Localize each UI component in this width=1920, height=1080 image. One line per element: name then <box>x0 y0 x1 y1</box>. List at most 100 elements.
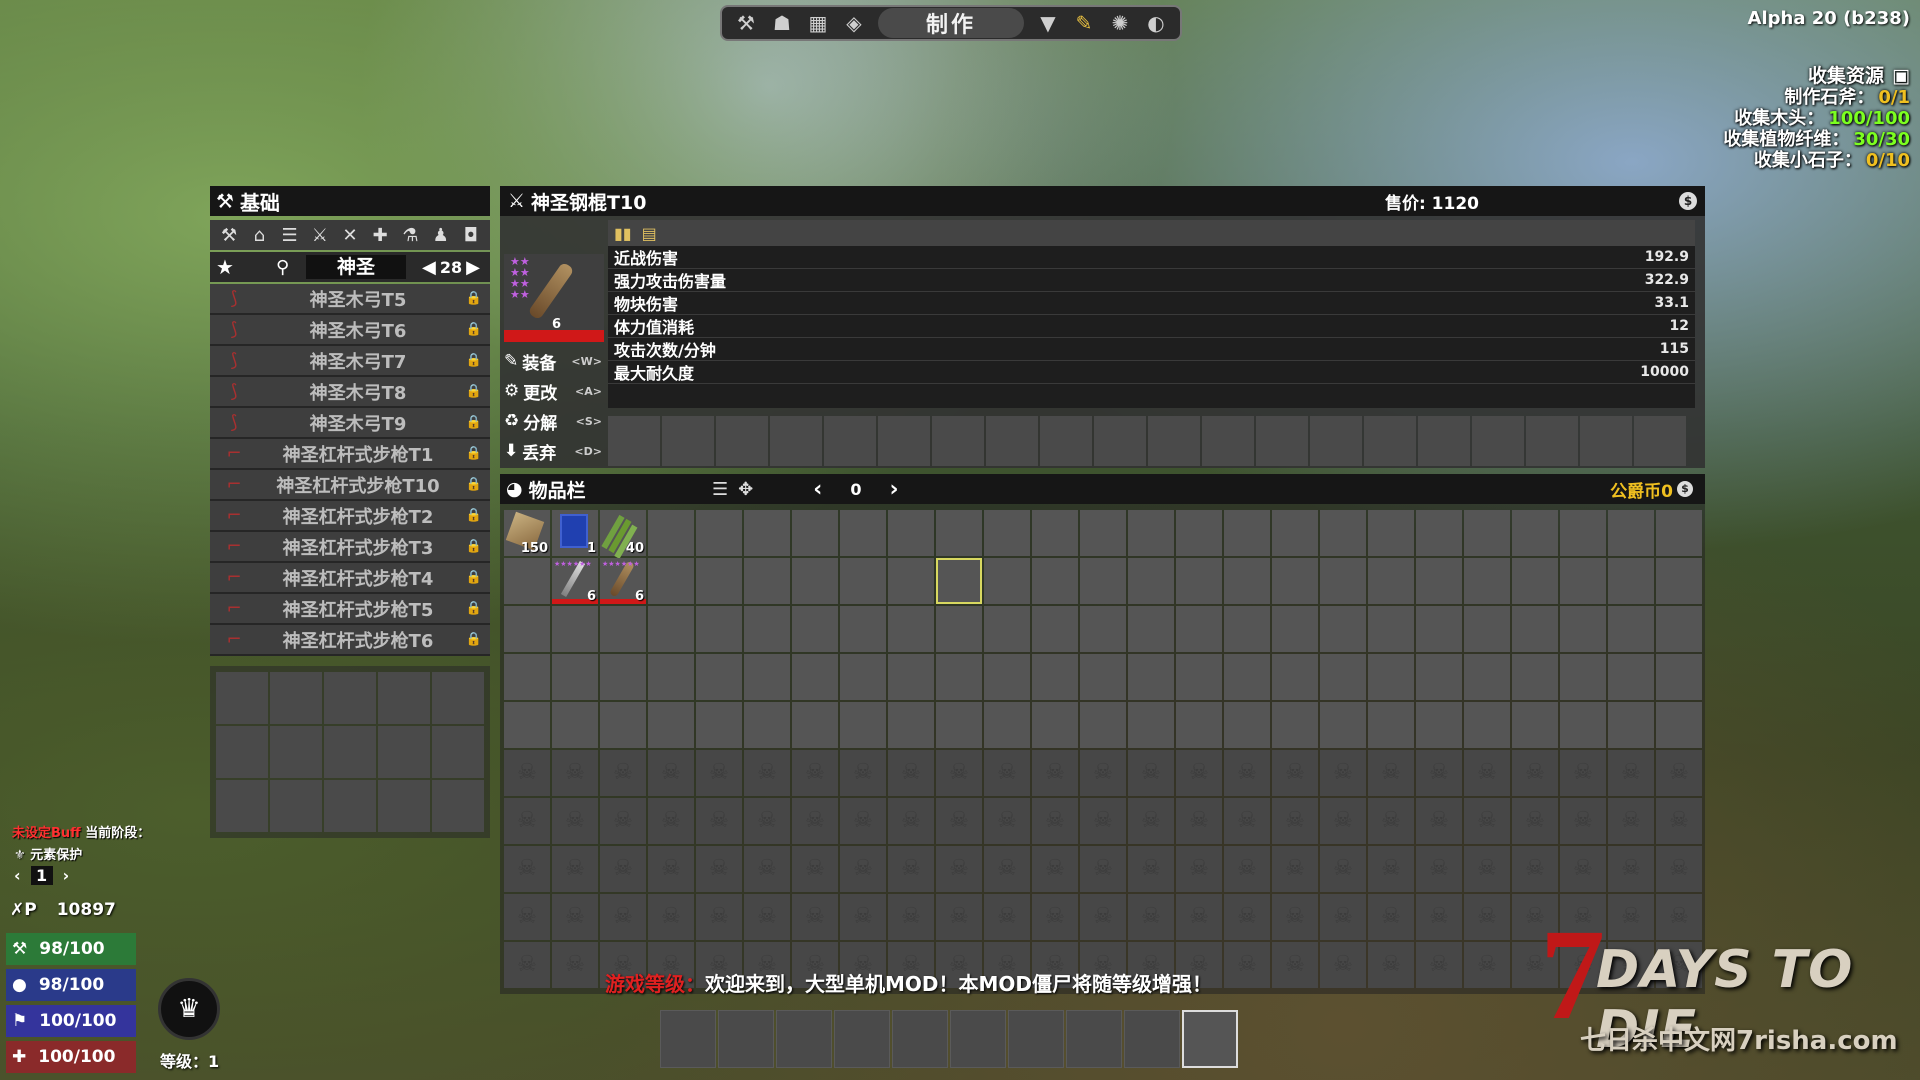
mod-slot[interactable] <box>608 416 660 466</box>
next-page-icon[interactable]: ▶ <box>466 257 480 278</box>
inventory-slot[interactable] <box>648 510 694 556</box>
inventory-slot[interactable] <box>888 606 934 652</box>
inventory-slot[interactable] <box>1560 510 1606 556</box>
inventory-slot[interactable] <box>888 510 934 556</box>
inventory-slot[interactable] <box>1032 654 1078 700</box>
mod-slot[interactable] <box>986 416 1038 466</box>
toolbelt-slot[interactable] <box>834 1010 890 1068</box>
inventory-slot[interactable] <box>936 702 982 748</box>
inventory-slot[interactable] <box>1128 702 1174 748</box>
drop-button[interactable]: ⬇ 丢弃 <D> <box>500 436 606 466</box>
inventory-slot[interactable] <box>1176 702 1222 748</box>
inventory-slot[interactable] <box>1176 606 1222 652</box>
inventory-slot[interactable] <box>1224 510 1270 556</box>
chevron-right-icon[interactable]: › <box>63 866 70 885</box>
inventory-slot-filled[interactable]: ★★★★★★ 6 <box>552 558 598 604</box>
recipe-item[interactable]: ⟆ 神圣木弓T9 🔒 <box>210 408 490 439</box>
inventory-slot[interactable] <box>1080 606 1126 652</box>
inventory-slot[interactable] <box>1608 702 1654 748</box>
mod-slot[interactable] <box>932 416 984 466</box>
inventory-slot[interactable] <box>888 654 934 700</box>
recipe-item[interactable]: ⌐ 神圣杠杆式步枪T10 🔒 <box>210 470 490 501</box>
mod-slot[interactable] <box>1148 416 1200 466</box>
inventory-slot[interactable] <box>1080 558 1126 604</box>
inventory-slot[interactable] <box>1320 510 1366 556</box>
inventory-slot[interactable] <box>648 558 694 604</box>
inventory-slot[interactable] <box>1560 702 1606 748</box>
inventory-slot[interactable] <box>792 558 838 604</box>
filter-icon[interactable]: ▼ <box>1030 8 1066 38</box>
inventory-slot[interactable] <box>1512 654 1558 700</box>
inventory-slot[interactable] <box>600 702 646 748</box>
inventory-slot[interactable] <box>552 654 598 700</box>
building-category-icon[interactable]: ⌂ <box>245 225 273 246</box>
toolbelt-slot-selected[interactable] <box>1182 1010 1238 1068</box>
inventory-slot[interactable] <box>1368 702 1414 748</box>
inventory-slot[interactable] <box>1224 702 1270 748</box>
inventory-slot[interactable] <box>1128 510 1174 556</box>
inventory-slot-filled[interactable]: 150 <box>504 510 550 556</box>
mod-slot[interactable] <box>716 416 768 466</box>
inventory-slot[interactable] <box>1464 654 1510 700</box>
inventory-slot[interactable] <box>504 558 550 604</box>
mod-slot[interactable] <box>1310 416 1362 466</box>
inventory-slot[interactable] <box>1128 558 1174 604</box>
inventory-slot[interactable] <box>1656 654 1702 700</box>
chevron-left-icon[interactable]: ‹ <box>14 866 21 885</box>
inventory-slot[interactable] <box>936 510 982 556</box>
mod-slot[interactable] <box>662 416 714 466</box>
stats-bars-icon[interactable]: ▮▮ <box>614 224 632 243</box>
inventory-slot[interactable] <box>600 606 646 652</box>
inventory-slot[interactable] <box>744 510 790 556</box>
inventory-slot[interactable] <box>1224 558 1270 604</box>
inventory-slot[interactable] <box>1416 510 1462 556</box>
queue-slot[interactable] <box>216 780 268 832</box>
queue-slot[interactable] <box>324 780 376 832</box>
inventory-slot[interactable] <box>552 606 598 652</box>
mod-slot[interactable] <box>1094 416 1146 466</box>
armor-category-icon[interactable]: ◘ <box>457 225 485 246</box>
search-icon[interactable]: ⚲ <box>276 257 300 278</box>
equip-button[interactable]: ✎ 装备 <W> <box>500 346 606 376</box>
toolbelt-slot[interactable] <box>1066 1010 1122 1068</box>
inventory-slot[interactable] <box>1464 702 1510 748</box>
recipe-item[interactable]: ⟆ 神圣木弓T5 🔒 <box>210 284 490 315</box>
inventory-slot[interactable] <box>696 558 742 604</box>
inventory-slot[interactable] <box>1080 702 1126 748</box>
inventory-slot-filled[interactable]: 1 <box>552 510 598 556</box>
inventory-slot[interactable] <box>696 702 742 748</box>
inventory-slot[interactable] <box>1032 606 1078 652</box>
mod-slot[interactable] <box>1634 416 1686 466</box>
mod-slot[interactable] <box>1040 416 1092 466</box>
mod-slot[interactable] <box>770 416 822 466</box>
inventory-slot[interactable] <box>648 606 694 652</box>
inventory-slot[interactable] <box>1368 654 1414 700</box>
inventory-slot[interactable] <box>696 606 742 652</box>
queue-slot[interactable] <box>216 672 268 724</box>
inventory-slot[interactable] <box>1224 654 1270 700</box>
inventory-slot[interactable] <box>1368 510 1414 556</box>
inventory-slot[interactable] <box>696 654 742 700</box>
mod-slot[interactable] <box>1472 416 1524 466</box>
map-icon[interactable]: ▦ <box>800 8 836 38</box>
queue-slot[interactable] <box>378 672 430 724</box>
inventory-slot[interactable] <box>1656 558 1702 604</box>
scrap-button[interactable]: ♻ 分解 <S> <box>500 406 606 436</box>
mod-slot[interactable] <box>824 416 876 466</box>
toolbelt-slot[interactable] <box>892 1010 948 1068</box>
recipe-item[interactable]: ⟆ 神圣木弓T6 🔒 <box>210 315 490 346</box>
queue-slot[interactable] <box>324 672 376 724</box>
inventory-slot[interactable] <box>840 702 886 748</box>
inventory-slot[interactable] <box>1272 606 1318 652</box>
inventory-slot[interactable] <box>1176 510 1222 556</box>
queue-slot[interactable] <box>324 726 376 778</box>
inventory-slot[interactable] <box>1368 606 1414 652</box>
workstation-category-icon[interactable]: ☰ <box>276 225 304 246</box>
inventory-slot[interactable] <box>1608 606 1654 652</box>
inventory-slot[interactable] <box>1512 702 1558 748</box>
inventory-slot[interactable] <box>504 702 550 748</box>
inventory-slot[interactable] <box>600 654 646 700</box>
recipe-item[interactable]: ⌐ 神圣杠杆式步枪T2 🔒 <box>210 501 490 532</box>
inventory-slot[interactable] <box>936 606 982 652</box>
inventory-slot[interactable] <box>1416 558 1462 604</box>
